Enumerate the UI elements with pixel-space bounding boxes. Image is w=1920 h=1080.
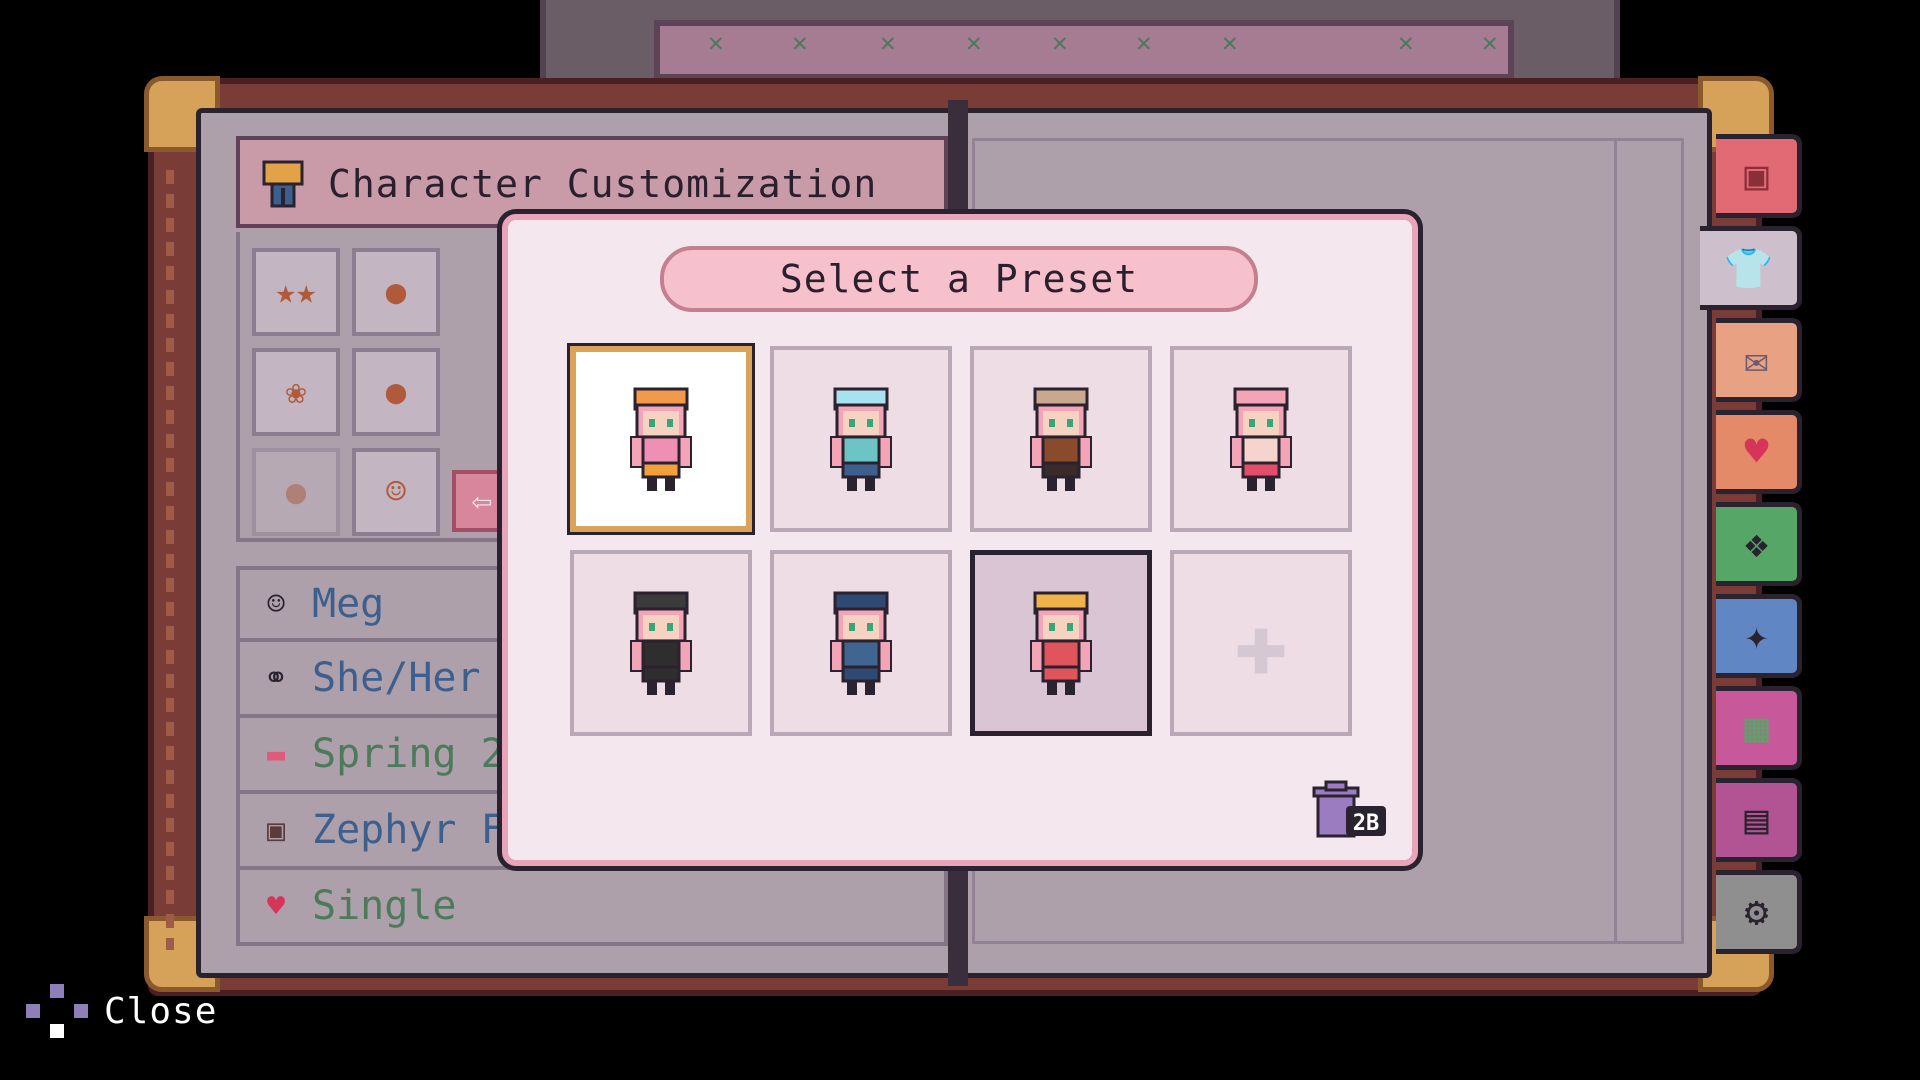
- character-farm: Zephyr F: [312, 807, 505, 853]
- sprout-icon: ✕: [1222, 28, 1238, 58]
- character-status: Single: [312, 883, 457, 929]
- face-icon[interactable]: ●: [352, 348, 440, 436]
- plus-icon: ✚: [1233, 590, 1289, 696]
- character-sprite: [1030, 387, 1092, 491]
- character-name: Meg: [312, 581, 385, 627]
- shirt-icon: [262, 160, 304, 208]
- map-icon: ▦: [1744, 705, 1769, 751]
- close-label: Close: [104, 990, 218, 1032]
- preset-empty-slot[interactable]: ✚: [1170, 550, 1352, 736]
- preset-swimsuit[interactable]: [1170, 346, 1352, 532]
- animals-icon: ❖: [1744, 521, 1769, 567]
- character-birthday: Spring 22: [312, 731, 529, 777]
- preset-miner-helmet[interactable]: [770, 550, 952, 736]
- trash-badge: 2B: [1353, 811, 1380, 836]
- tab-chat[interactable]: ▤: [1716, 778, 1802, 862]
- info-row-status[interactable]: ♥ Single: [236, 870, 948, 946]
- settings-icon: ⚙: [1744, 889, 1769, 935]
- stars-icon[interactable]: ★★: [252, 248, 340, 336]
- character-sprite: [1030, 591, 1092, 695]
- face-icon: ☺: [266, 586, 286, 622]
- hair-icon[interactable]: ❀: [252, 348, 340, 436]
- preset-red-dress[interactable]: [970, 550, 1152, 736]
- character-sprite: [830, 591, 892, 695]
- hat-placeholder-icon[interactable]: ●: [252, 448, 340, 536]
- character-sprite: [630, 387, 692, 491]
- sprout-icon: ✕: [880, 28, 896, 58]
- skills-icon: ✦: [1744, 613, 1769, 659]
- tab-mail[interactable]: ✉: [1716, 318, 1802, 402]
- character-pronouns: She/Her: [312, 655, 481, 701]
- tab-settings[interactable]: ⚙: [1716, 870, 1802, 954]
- head-icon[interactable]: ●: [352, 248, 440, 336]
- character-sprite: [1230, 387, 1292, 491]
- right-page-divider: [1614, 138, 1617, 944]
- modal-title: Select a Preset: [660, 246, 1258, 312]
- sprout-icon: ✕: [708, 28, 724, 58]
- cake-icon: ▬: [266, 736, 286, 772]
- heart-icon: ♥: [266, 888, 286, 924]
- sprout-icon: ✕: [792, 28, 808, 58]
- sprout-icon: ✕: [1052, 28, 1068, 58]
- inventory-icon: ▣: [1744, 153, 1769, 199]
- tab-map[interactable]: ▦: [1716, 686, 1802, 770]
- background-window-inner: [654, 20, 1514, 80]
- tab-inventory[interactable]: ▣: [1716, 134, 1802, 218]
- close-hint[interactable]: Close: [26, 984, 217, 1038]
- backpack-icon: ▣: [266, 812, 286, 848]
- pronoun-icon: ⚭: [263, 660, 289, 696]
- relationships-icon: ♥: [1744, 429, 1769, 475]
- page-title: Character Customization: [328, 162, 878, 206]
- sprout-icon: ✕: [1398, 28, 1414, 58]
- mail-icon: ✉: [1744, 337, 1769, 383]
- preset-blue-bandana[interactable]: [770, 346, 952, 532]
- preset-orange-beret[interactable]: [570, 346, 752, 532]
- character-icon: 👕: [1723, 245, 1774, 292]
- preset-black-witch-hat[interactable]: [570, 550, 752, 736]
- body-icon[interactable]: ☺: [352, 448, 440, 536]
- character-sprite: [830, 387, 892, 491]
- background-window: [540, 0, 1620, 90]
- tab-animals[interactable]: ❖: [1716, 502, 1802, 586]
- tab-character[interactable]: 👕: [1700, 226, 1802, 310]
- preset-brown-cap[interactable]: [970, 346, 1152, 532]
- sprout-icon: ✕: [966, 28, 982, 58]
- trash-icon[interactable]: 2B: [1306, 778, 1390, 842]
- chat-icon: ▤: [1744, 797, 1769, 843]
- tab-relationships[interactable]: ♥: [1716, 410, 1802, 494]
- sprout-icon: ✕: [1482, 28, 1498, 58]
- sprout-icon: ✕: [1136, 28, 1152, 58]
- character-sprite: [630, 591, 692, 695]
- book-stitching: [166, 170, 174, 950]
- tab-skills[interactable]: ✦: [1716, 594, 1802, 678]
- gamepad-dpad-icon: [26, 984, 88, 1038]
